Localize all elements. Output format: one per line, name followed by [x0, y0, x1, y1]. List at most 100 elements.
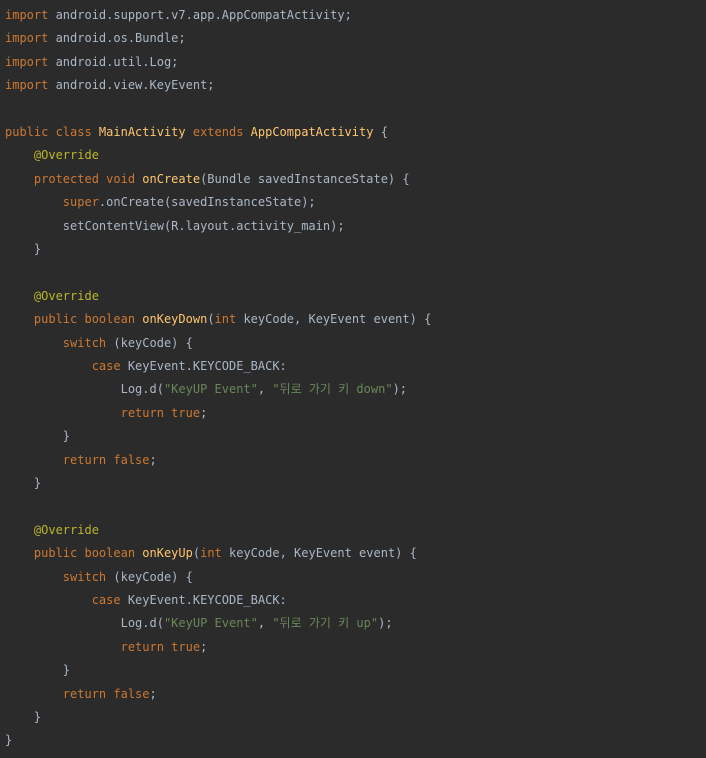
code-token-func: AppCompatActivity: [250, 125, 374, 139]
code-token-plain: Log.d(: [5, 382, 164, 397]
code-token-plain: android.view.KeyEvent;: [48, 78, 215, 93]
code-line: }: [5, 472, 41, 495]
code-token-plain: keyCode, KeyEvent event) {: [236, 312, 432, 327]
code-token-keyword: case: [91, 359, 121, 373]
code-token-keyword: switch: [62, 335, 107, 350]
code-token-keyword: return false: [62, 686, 150, 701]
code-token-annotation: @Override: [33, 288, 99, 303]
code-token-keyword: int: [200, 546, 222, 561]
code-token-keyword: return false: [62, 452, 150, 467]
code-token-plain: (keyCode) {: [106, 569, 193, 584]
code-token-plain: (: [207, 312, 215, 327]
code-line: switch (keyCode) {: [5, 332, 193, 355]
code-line: import android.support.v7.app.AppCompatA…: [5, 4, 352, 27]
code-line: return false;: [5, 449, 157, 472]
code-token-plain: (: [192, 546, 201, 561]
code-token-keyword: import: [5, 54, 49, 69]
code-token-plain: }: [5, 710, 42, 724]
code-token-plain: setContentView(R.layout.activity_main);: [5, 218, 345, 233]
code-line: }: [5, 425, 70, 448]
code-token-plain: }: [5, 733, 13, 748]
code-line: import android.util.Log;: [5, 51, 178, 74]
code-token-plain: ;: [200, 639, 208, 654]
code-token-keyword: import: [5, 78, 49, 93]
code-line: import android.os.Bundle;: [5, 27, 186, 50]
code-line: public class MainActivity extends AppCom…: [5, 121, 388, 144]
code-line: public boolean onKeyDown(int keyCode, Ke…: [5, 308, 431, 331]
code-token-annotation: @Override: [33, 522, 99, 537]
code-token-plain: }: [5, 429, 71, 444]
code-line: Log.d("KeyUP Event", "뒤로 가기 키 up");: [5, 612, 393, 635]
code-line: case KeyEvent.KEYCODE_BACK:: [5, 355, 287, 378]
code-token-keyword: super: [62, 195, 99, 210]
code-line: return true;: [5, 636, 208, 659]
code-line: setContentView(R.layout.activity_main);: [5, 215, 345, 238]
code-token-keyword: import: [5, 8, 49, 22]
code-token-keyword: return true: [120, 639, 201, 654]
code-token-string: "뒤로 가기 키 down": [272, 382, 393, 397]
code-token-func: MainActivity: [98, 125, 193, 139]
code-line: public boolean onKeyUp(int keyCode, KeyE…: [5, 542, 417, 565]
code-token-keyword: case: [91, 593, 121, 607]
code-token-plain: android.support.v7.app.AppCompatActivity…: [48, 8, 352, 22]
code-token-plain: {: [373, 125, 388, 139]
code-token-string: "KeyUP Event": [163, 382, 258, 397]
code-line: return true;: [5, 402, 208, 425]
code-token-func: onCreate: [142, 171, 201, 186]
code-token-plain: KeyEvent.KEYCODE_BACK:: [120, 593, 287, 607]
code-token-keyword: public boolean: [33, 546, 143, 561]
code-line: }: [5, 706, 41, 729]
code-line: @Override: [5, 144, 99, 167]
code-token-keyword: import: [5, 31, 49, 46]
code-line: case KeyEvent.KEYCODE_BACK:: [5, 589, 287, 612]
code-token-plain: ;: [200, 405, 208, 420]
code-line: import android.view.KeyEvent;: [5, 74, 215, 97]
code-token-plain: }: [5, 663, 71, 678]
code-token-keyword: public class: [5, 125, 99, 139]
code-token-plain: android.util.Log;: [48, 54, 179, 69]
code-line: }: [5, 729, 12, 752]
code-token-plain: android.os.Bundle;: [48, 31, 186, 46]
code-token-keyword: return true: [120, 405, 201, 420]
code-token-func: onKeyDown: [142, 312, 208, 327]
code-token-plain: ,: [257, 616, 273, 631]
code-token-plain: ;: [149, 686, 157, 701]
code-token-annotation: @Override: [33, 148, 99, 163]
code-token-string: "KeyUP Event": [163, 616, 258, 631]
code-token-keyword: int: [214, 312, 237, 327]
code-token-plain: (Bundle savedInstanceState) {: [200, 171, 410, 186]
code-line: @Override: [5, 519, 99, 542]
code-token-plain: ;: [149, 452, 157, 467]
code-token-plain: }: [5, 242, 42, 256]
code-token-string: "뒤로 가기 키 up": [272, 616, 379, 631]
code-line: return false;: [5, 683, 157, 706]
code-token-plain: Log.d(: [5, 616, 164, 631]
code-token-plain: );: [378, 616, 393, 631]
code-token-keyword: switch: [62, 569, 107, 584]
code-token-plain: KeyEvent.KEYCODE_BACK:: [120, 359, 287, 373]
code-line: Log.d("KeyUP Event", "뒤로 가기 키 down");: [5, 378, 407, 401]
code-line: @Override: [5, 285, 99, 308]
code-line: }: [5, 238, 41, 261]
code-token-func: onKeyUp: [142, 546, 193, 561]
code-line: super.onCreate(savedInstanceState);: [5, 191, 316, 214]
code-token-plain: );: [392, 382, 408, 397]
code-token-plain: keyCode, KeyEvent event) {: [221, 546, 417, 561]
code-token-plain: ,: [257, 382, 273, 397]
code-token-plain: .onCreate(savedInstanceState);: [98, 195, 316, 210]
code-token-plain: (keyCode) {: [106, 335, 193, 350]
code-line: }: [5, 659, 70, 682]
